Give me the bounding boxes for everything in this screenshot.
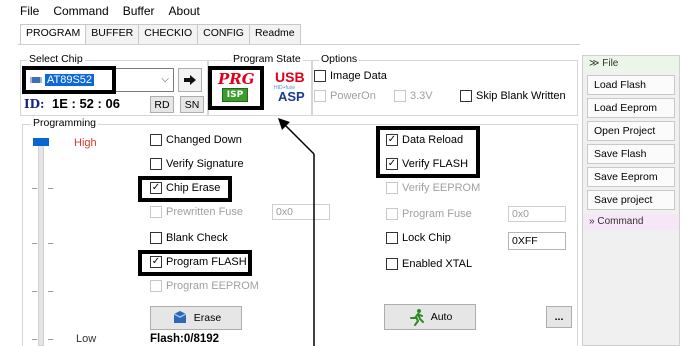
usb-asp-logo: USB HID+fuse ASP — [272, 69, 312, 105]
chevron-down-icon[interactable]: ⌵ — [161, 74, 169, 85]
program-fuse-checkbox[interactable]: Program Fuse — [386, 208, 472, 220]
program-flash-highlight — [138, 250, 252, 276]
right-arrow-icon — [184, 75, 196, 85]
eraser-icon — [173, 311, 187, 323]
programming-title: Programming — [31, 117, 99, 129]
slider-tick — [48, 339, 53, 340]
select-chip-title: Select Chip — [27, 53, 85, 65]
image-data-checkbox[interactable]: Image Data — [314, 70, 387, 82]
flash-status: Flash:0/8192 — [150, 333, 220, 345]
slider-tick — [32, 291, 37, 292]
tab-program[interactable]: PROGRAM — [20, 24, 87, 45]
chip-erase-highlight — [138, 176, 232, 202]
annotation-arrow — [278, 118, 315, 346]
options-group: Options — [312, 53, 578, 116]
chevron-double-down-icon: ≫ — [589, 58, 603, 69]
menu-bar: File Command Buffer About — [0, 0, 686, 22]
next-arrow-button[interactable] — [178, 68, 202, 92]
tab-config[interactable]: CONFIG — [197, 24, 250, 44]
options-title: Options — [319, 53, 360, 65]
speed-slider-track[interactable] — [38, 140, 44, 346]
changed-down-checkbox[interactable]: Changed Down — [150, 134, 242, 146]
asp-text: ASP — [278, 89, 305, 104]
slider-tick — [32, 339, 37, 340]
tab-readme[interactable]: Readme — [248, 24, 301, 44]
verify-eeprom-checkbox[interactable]: Verify EEPROM — [386, 182, 480, 194]
program-state-title: Program State — [231, 53, 303, 65]
chip-select-highlight — [22, 66, 116, 94]
blank-check-checkbox[interactable]: Blank Check — [150, 232, 228, 244]
program-eeprom-checkbox[interactable]: Program EEPROM — [150, 280, 259, 292]
chip-id-label: ID: — [24, 97, 45, 111]
running-man-icon — [409, 309, 424, 326]
low-label: Low — [76, 333, 97, 345]
reload-verify-highlight — [376, 126, 480, 178]
speed-slider-thumb[interactable] — [33, 138, 49, 146]
slider-tick — [48, 291, 53, 292]
menu-about[interactable]: About — [169, 4, 200, 18]
command-section-header[interactable]: » Command — [583, 214, 679, 230]
open-project-button[interactable]: Open Project — [587, 121, 675, 141]
high-label: High — [74, 137, 97, 149]
enabled-xtal-checkbox[interactable]: Enabled XTAL — [386, 258, 472, 270]
rd-button[interactable]: RD — [150, 96, 174, 113]
slider-tick — [48, 243, 53, 244]
slider-tick — [32, 243, 37, 244]
tab-bar: PROGRAM BUFFER CHECKIO CONFIG Readme — [20, 24, 301, 45]
v33-checkbox[interactable]: 3.3V — [394, 90, 433, 102]
save-eeprom-button[interactable]: Save Eeprom — [587, 167, 675, 187]
menu-buffer[interactable]: Buffer — [123, 4, 155, 18]
load-flash-button[interactable]: Load Flash — [587, 75, 675, 95]
menu-file[interactable]: File — [20, 4, 39, 18]
lock-chip-checkbox[interactable]: Lock Chip — [386, 232, 451, 244]
chip-id-value: 1E : 52 : 06 — [52, 96, 120, 111]
auto-button[interactable]: Auto — [384, 304, 476, 330]
tab-buffer[interactable]: BUFFER — [85, 24, 140, 44]
sn-button[interactable]: SN — [180, 96, 204, 113]
power-on-checkbox[interactable]: PowerOn — [314, 90, 376, 102]
prewritten-fuse-checkbox[interactable]: Prewritten Fuse — [150, 206, 243, 218]
menu-command[interactable]: Command — [53, 4, 108, 18]
save-project-button[interactable]: Save project — [587, 190, 675, 210]
file-section-header[interactable]: ≫ File — [583, 56, 679, 72]
erase-button[interactable]: Erase — [150, 306, 242, 330]
prg-isp-highlight — [208, 66, 264, 110]
usb-text: USB — [275, 69, 305, 85]
lock-value-input[interactable]: 0XFF — [508, 232, 566, 250]
slider-tick — [32, 188, 37, 189]
load-eeprom-button[interactable]: Load Eeprom — [587, 98, 675, 118]
side-panel: ≫ File Load Flash Load Eeprom Open Proje… — [582, 55, 680, 346]
skip-blank-written-checkbox[interactable]: Skip Blank Written — [460, 90, 566, 102]
verify-signature-checkbox[interactable]: Verify Signature — [150, 158, 244, 170]
program-fuse-input[interactable]: 0x0 — [508, 206, 566, 222]
save-flash-button[interactable]: Save Flash — [587, 144, 675, 164]
tab-checkio[interactable]: CHECKIO — [138, 24, 199, 44]
slider-tick — [48, 188, 53, 189]
more-button[interactable]: ... — [546, 306, 572, 328]
